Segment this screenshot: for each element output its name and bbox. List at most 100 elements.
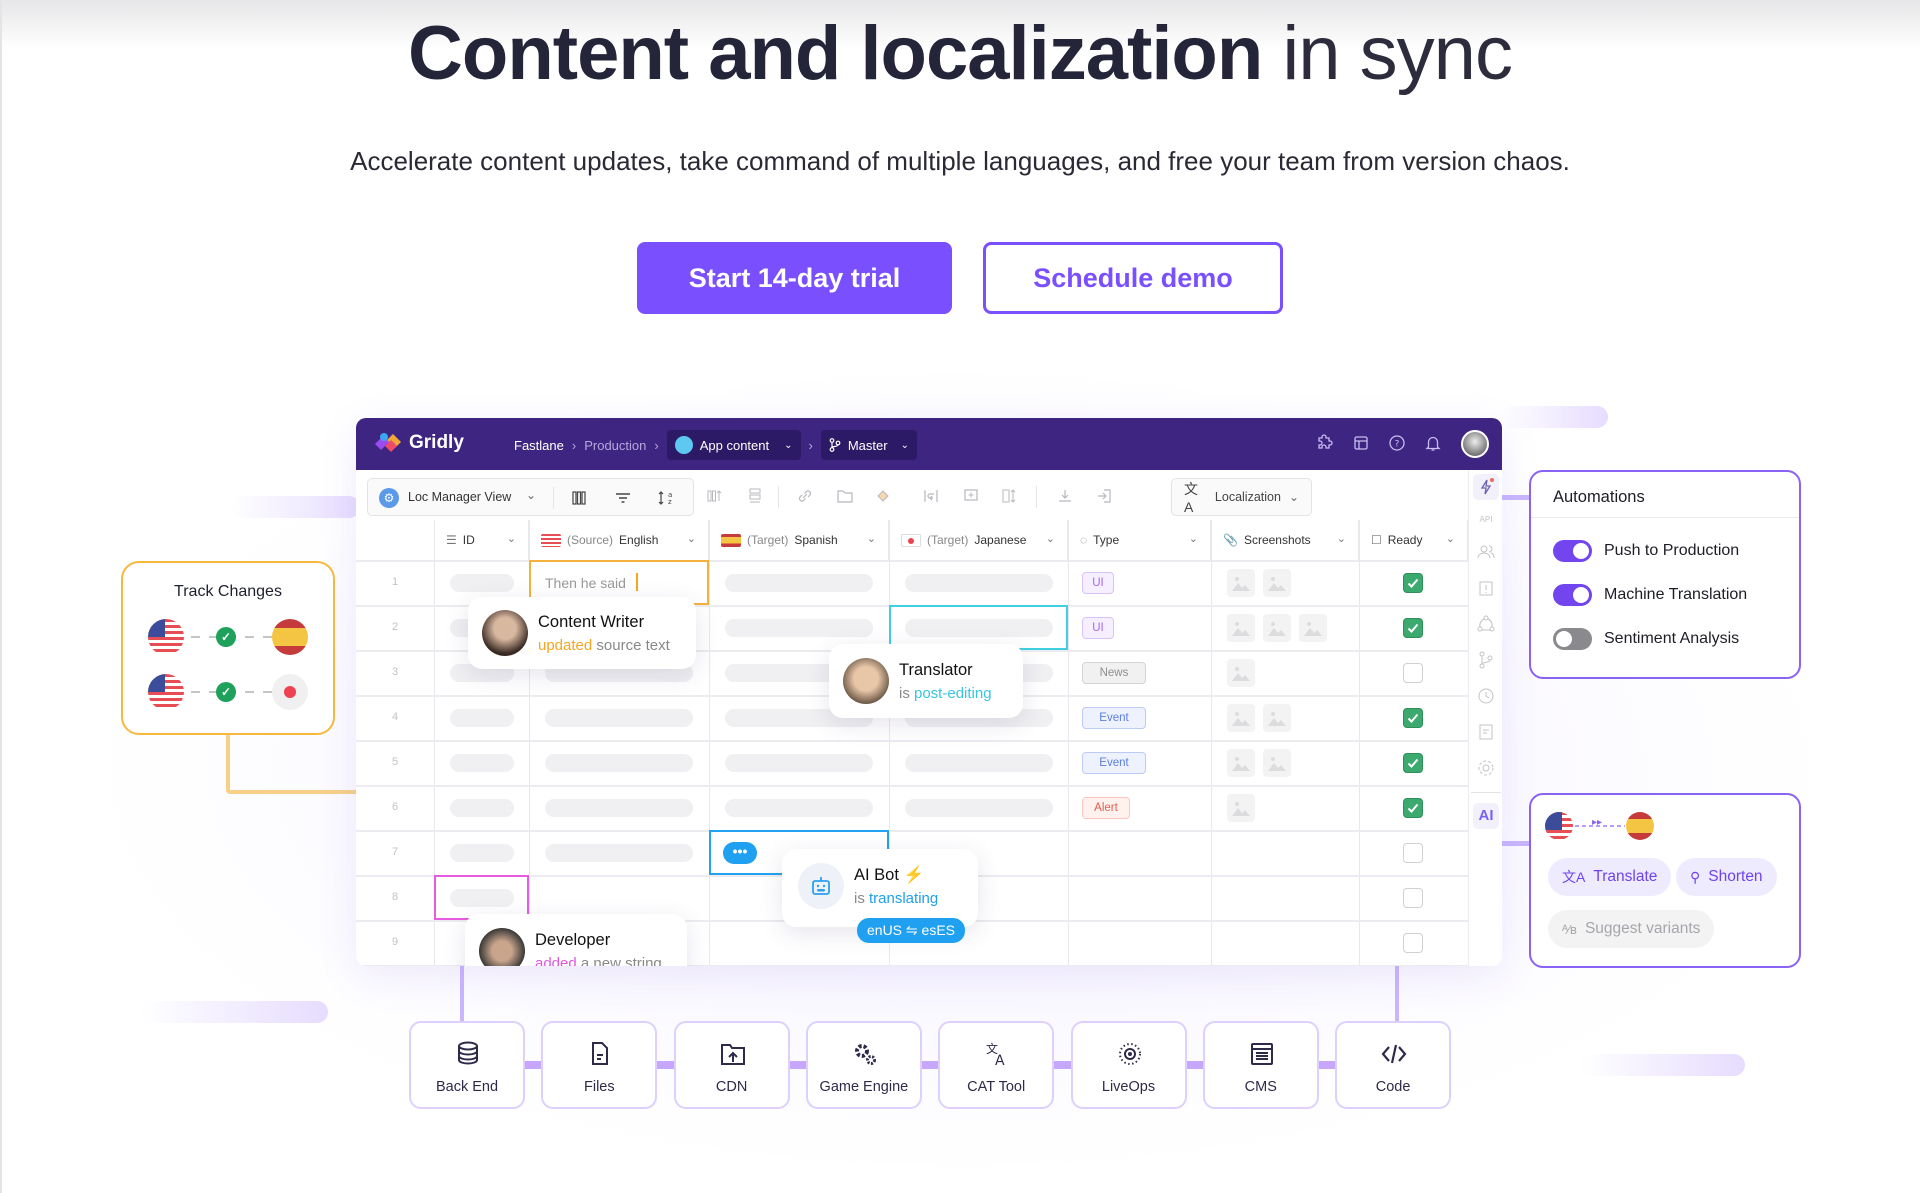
chevron-down-icon[interactable]: ⌄ — [1337, 532, 1346, 545]
column-header-english[interactable]: (Source) English ⌄ — [529, 520, 709, 560]
toggle-sentiment-analysis[interactable] — [1553, 628, 1592, 650]
ready-checkbox[interactable] — [1403, 752, 1423, 773]
start-trial-button[interactable]: Start 14-day trial — [637, 242, 952, 314]
toggle-push-to-production[interactable] — [1553, 540, 1592, 562]
chevron-down-icon[interactable]: ⌄ — [526, 488, 536, 502]
ready-checkbox[interactable] — [1403, 572, 1423, 593]
screenshot-thumbnail[interactable] — [1263, 568, 1291, 597]
localization-selector[interactable]: 文A Localization ⌄ — [1171, 478, 1312, 516]
ready-checkbox[interactable] — [1403, 707, 1423, 728]
divider — [778, 486, 779, 508]
row-number: 2 — [391, 620, 399, 633]
breadcrumb-folder[interactable]: Production — [584, 438, 646, 453]
grid-selector[interactable]: App content ⌄ — [666, 430, 801, 460]
help-icon[interactable]: ? — [1388, 434, 1406, 452]
ai-actions-card: ▸▸ 文A Translate ⚲ Shorten ᴬ⁄в Suggest varia… — [1529, 793, 1801, 968]
sort-icon[interactable]: az — [656, 489, 674, 507]
chevron-down-icon[interactable]: ⌄ — [1189, 532, 1198, 545]
ready-checkbox[interactable] — [1403, 617, 1423, 638]
chevron-down-icon[interactable]: ⌄ — [1446, 532, 1455, 545]
integration-game-engine[interactable]: Game Engine — [805, 1021, 922, 1109]
columns-icon[interactable] — [570, 489, 588, 507]
type-tag[interactable]: News — [1082, 661, 1146, 684]
branch-selector[interactable]: Master ⌄ — [820, 430, 917, 460]
workflow-icon[interactable] — [1476, 614, 1496, 634]
persona-status-rest: a new string — [576, 954, 662, 967]
ai-button[interactable]: AI — [1473, 803, 1499, 829]
row-height-icon[interactable] — [746, 487, 764, 505]
view-selector[interactable]: Loc Manager View — [408, 490, 511, 504]
decor-bar — [230, 496, 360, 518]
puzzle-icon[interactable] — [1316, 434, 1334, 452]
chevron-down-icon[interactable]: ⌄ — [1046, 532, 1055, 545]
ready-checkbox[interactable] — [1403, 887, 1423, 908]
ready-checkbox[interactable] — [1403, 842, 1423, 863]
translate-button[interactable]: 文A Translate — [1548, 858, 1672, 896]
chevron-down-icon[interactable]: ⌄ — [867, 532, 876, 545]
shorten-button[interactable]: ⚲ Shorten — [1676, 858, 1777, 896]
screenshot-thumbnail[interactable] — [1227, 748, 1255, 777]
screenshot-thumbnail[interactable] — [1227, 568, 1255, 597]
integration-cms[interactable]: CMS — [1202, 1021, 1319, 1109]
screenshot-thumbnail[interactable] — [1227, 703, 1255, 732]
user-avatar[interactable] — [1461, 430, 1489, 458]
type-tag[interactable]: UI — [1082, 616, 1114, 639]
screenshot-thumbnail[interactable] — [1227, 793, 1255, 822]
ready-checkbox[interactable] — [1403, 932, 1423, 953]
column-header-ready[interactable]: ☐ Ready ⌄ — [1359, 520, 1468, 560]
api-icon[interactable]: API — [1476, 510, 1496, 530]
resize-column-icon[interactable] — [1000, 487, 1018, 505]
type-tag[interactable]: Event — [1082, 751, 1146, 774]
layout-icon[interactable] — [1352, 434, 1370, 452]
automation-bolt-button[interactable] — [1473, 474, 1499, 500]
bell-icon[interactable] — [1424, 434, 1442, 452]
clipboard-alert-icon[interactable] — [1476, 578, 1496, 598]
column-label: Japanese — [974, 533, 1027, 547]
add-comment-icon[interactable] — [962, 487, 980, 505]
chevron-down-icon[interactable]: ⌄ — [507, 532, 516, 545]
type-tag[interactable]: Event — [1082, 706, 1146, 729]
ready-checkbox[interactable] — [1403, 662, 1423, 683]
column-header-id[interactable]: ☰ ID ⌄ — [434, 520, 529, 560]
integration-cat-tool[interactable]: 文 A CAT Tool — [938, 1021, 1055, 1109]
filter-icon[interactable] — [614, 489, 632, 507]
type-tag[interactable]: Alert — [1082, 796, 1130, 819]
document-icon[interactable] — [1476, 722, 1496, 742]
users-icon[interactable] — [1476, 542, 1496, 562]
import-icon[interactable] — [1096, 487, 1114, 505]
toggle-machine-translation[interactable] — [1553, 584, 1592, 606]
suggest-variants-button[interactable]: ᴬ⁄в Suggest variants — [1548, 910, 1715, 948]
screenshot-thumbnail[interactable] — [1227, 613, 1255, 642]
history-icon[interactable] — [1476, 686, 1496, 706]
link-icon[interactable] — [796, 487, 814, 505]
folder-icon[interactable] — [836, 487, 854, 505]
column-header-spanish[interactable]: (Target) Spanish ⌄ — [709, 520, 889, 560]
integration-code[interactable]: Code — [1335, 1021, 1452, 1109]
download-icon[interactable] — [1056, 487, 1074, 505]
paint-bucket-icon[interactable] — [874, 487, 892, 505]
wrap-text-icon[interactable] — [922, 487, 940, 505]
screenshot-thumbnail[interactable] — [1299, 613, 1327, 642]
branch-icon[interactable] — [1476, 650, 1496, 670]
integration-cdn[interactable]: CDN — [673, 1021, 790, 1109]
screenshot-thumbnail[interactable] — [1263, 613, 1291, 642]
screenshot-thumbnail[interactable] — [1227, 658, 1255, 687]
column-settings-icon[interactable] — [706, 487, 724, 505]
column-header-japanese[interactable]: (Target) Japanese ⌄ — [889, 520, 1068, 560]
gridly-logo[interactable]: Gridly — [373, 432, 464, 454]
type-tag[interactable]: UI — [1082, 571, 1114, 594]
toolbar: ⚙ Loc Manager View ⌄ az 文A Localization … — [356, 470, 1468, 520]
integration-back-end[interactable]: Back End — [409, 1021, 525, 1109]
ready-checkbox[interactable] — [1403, 797, 1423, 818]
screenshot-thumbnail[interactable] — [1263, 748, 1291, 777]
persona-card-ai-bot: AI Bot ⚡ is translating — [782, 849, 978, 927]
screenshot-thumbnail[interactable] — [1263, 703, 1291, 732]
column-header-type[interactable]: ◌ Type ⌄ — [1068, 520, 1211, 560]
column-header-screenshots[interactable]: 📎 Screenshots ⌄ — [1211, 520, 1359, 560]
settings-icon[interactable] — [1476, 758, 1496, 778]
integration-liveops[interactable]: LiveOps — [1070, 1021, 1187, 1109]
chevron-down-icon[interactable]: ⌄ — [687, 532, 696, 545]
integration-files[interactable]: Files — [541, 1021, 658, 1109]
schedule-demo-button[interactable]: Schedule demo — [983, 242, 1283, 314]
breadcrumb-workspace[interactable]: Fastlane — [514, 438, 564, 453]
